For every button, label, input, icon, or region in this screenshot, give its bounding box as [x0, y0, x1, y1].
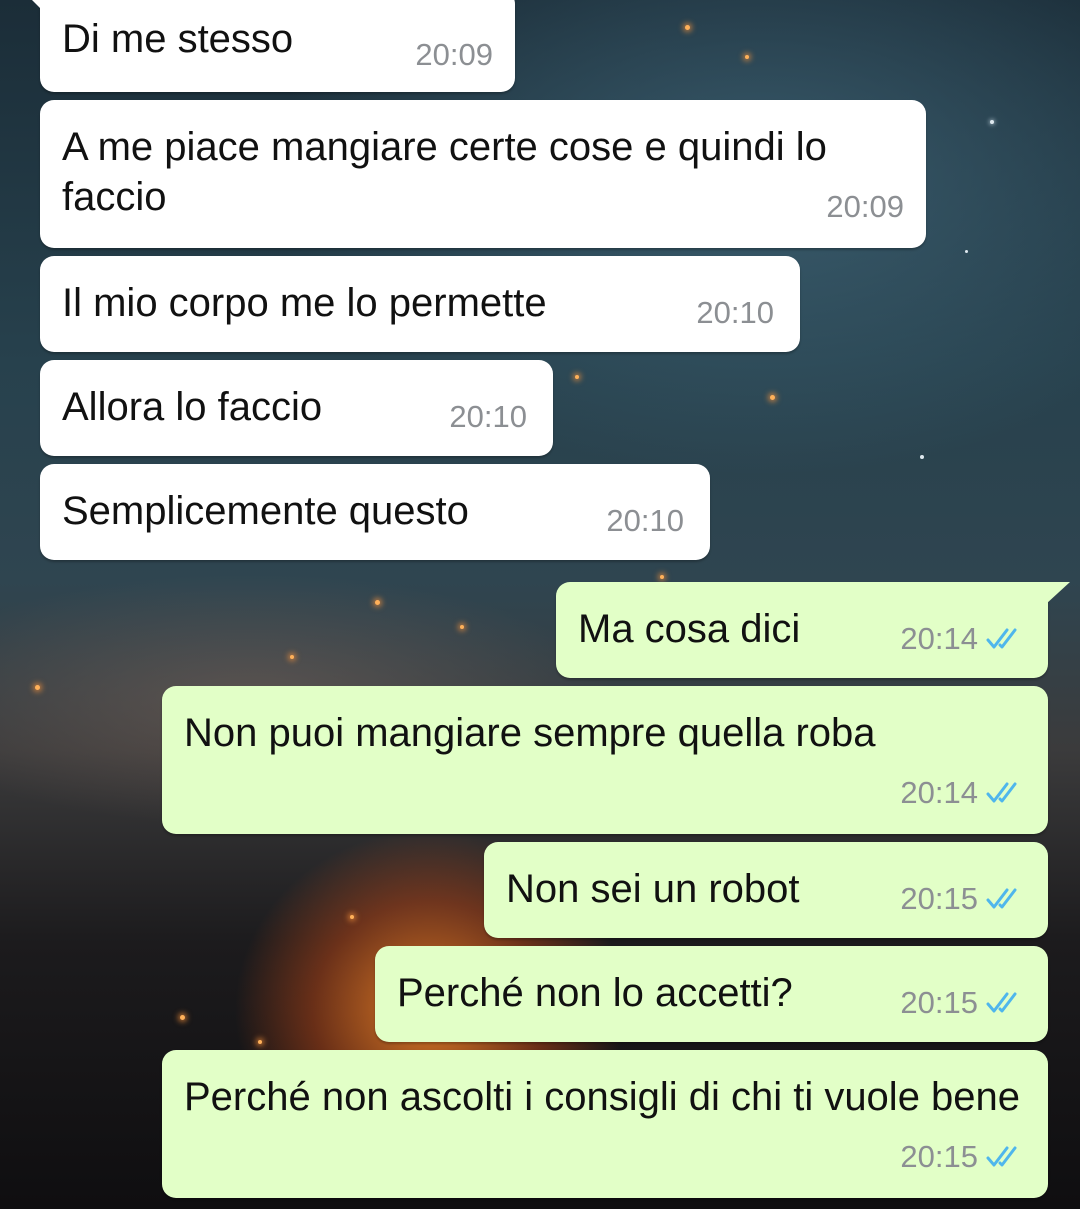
message-bubble-incoming[interactable]: Allora lo faccio 20:10: [40, 360, 553, 456]
message-bubble-incoming[interactable]: Semplicemente questo 20:10: [40, 464, 710, 560]
double-check-icon: [986, 628, 1017, 649]
message-meta: 20:09: [826, 182, 904, 232]
message-meta: 20:10: [449, 392, 527, 442]
chat-message-list[interactable]: Di me stesso 20:09 A me piace mangiare c…: [0, 0, 1080, 1209]
message-bubble-incoming[interactable]: A me piace mangiare certe cose e quindi …: [40, 100, 926, 248]
message-meta: 20:10: [696, 288, 774, 338]
message-bubble-outgoing[interactable]: Perché non lo accetti? 20:15: [375, 946, 1048, 1042]
message-text: A me piace mangiare certe cose e quindi …: [62, 125, 839, 219]
message-timestamp: 20:09: [826, 189, 904, 224]
message-bubble-incoming[interactable]: Il mio corpo me lo permette 20:10: [40, 256, 800, 352]
double-check-icon: [986, 992, 1017, 1013]
message-timestamp: 20:15: [900, 881, 978, 916]
message-timestamp: 20:10: [606, 503, 684, 538]
message-text: Ma cosa dici: [578, 607, 801, 651]
message-timestamp: 20:09: [415, 37, 493, 72]
message-bubble-outgoing[interactable]: Non sei un robot 20:15: [484, 842, 1048, 938]
message-timestamp: 20:15: [900, 985, 978, 1020]
message-text: Non puoi mangiare sempre quella roba: [184, 711, 876, 755]
message-bubble-incoming[interactable]: Di me stesso 20:09: [22, 0, 515, 92]
message-meta: 20:15: [900, 978, 1024, 1028]
message-text: Il mio corpo me lo permette: [62, 281, 547, 325]
message-bubble-outgoing[interactable]: Non puoi mangiare sempre quella roba 20:…: [162, 686, 1048, 834]
message-meta: 20:09: [415, 30, 493, 80]
message-bubble-outgoing[interactable]: Perché non ascolti i consigli di chi ti …: [162, 1050, 1048, 1198]
message-meta: 20:15: [900, 1132, 1024, 1182]
message-text: Perché non ascolti i consigli di chi ti …: [184, 1075, 1021, 1119]
message-bubble-outgoing[interactable]: Ma cosa dici 20:14: [556, 582, 1070, 678]
message-timestamp: 20:14: [900, 621, 978, 656]
message-timestamp: 20:15: [900, 1139, 978, 1174]
message-timestamp: 20:10: [449, 399, 527, 434]
message-meta: 20:15: [900, 874, 1024, 924]
message-meta: 20:10: [606, 496, 684, 546]
double-check-icon: [986, 782, 1017, 803]
message-text: Di me stesso: [62, 17, 294, 61]
message-meta: 20:14: [900, 768, 1024, 818]
double-check-icon: [986, 1146, 1017, 1167]
message-text: Semplicemente questo: [62, 489, 469, 533]
message-timestamp: 20:10: [696, 295, 774, 330]
message-text: Non sei un robot: [506, 867, 800, 911]
double-check-icon: [986, 888, 1017, 909]
message-text: Perché non lo accetti?: [397, 971, 793, 1015]
message-meta: 20:14: [900, 614, 1024, 664]
message-text: Allora lo faccio: [62, 385, 323, 429]
message-timestamp: 20:14: [900, 775, 978, 810]
